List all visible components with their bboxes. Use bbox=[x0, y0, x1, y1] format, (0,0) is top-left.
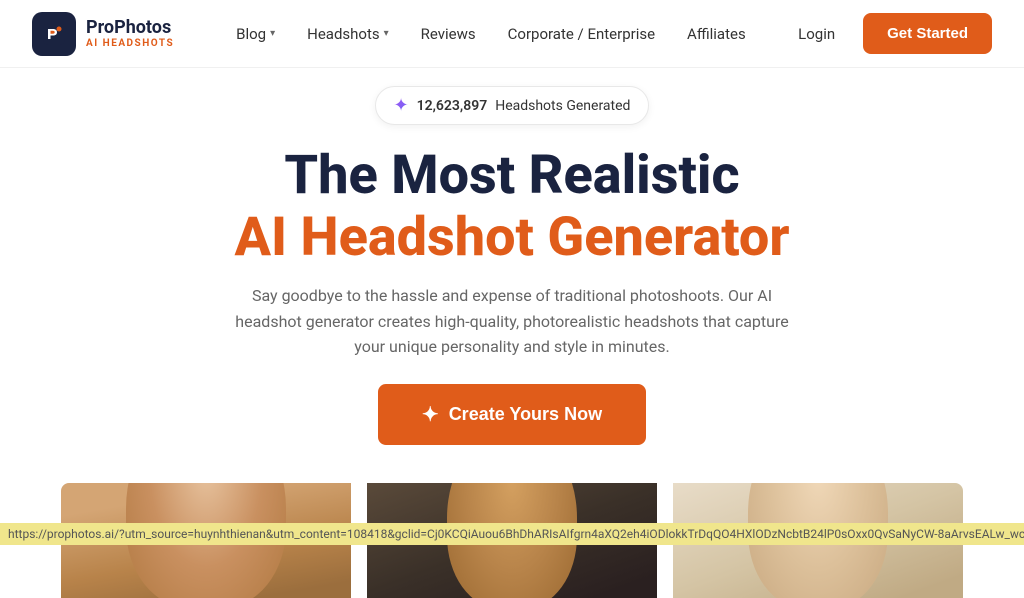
headshots-badge-row: ✦ 12,623,897 Headshots Generated bbox=[0, 68, 1024, 133]
badge-label: Headshots Generated bbox=[495, 98, 630, 114]
hero-title-line1: The Most Realistic bbox=[32, 145, 992, 207]
nav-links: Blog ▾ Headshots ▾ Reviews Corporate / E… bbox=[222, 17, 786, 51]
create-yours-now-button[interactable]: ✦ Create Yours Now bbox=[378, 384, 646, 445]
wand-icon: ✦ bbox=[422, 402, 439, 427]
nav-corporate[interactable]: Corporate / Enterprise bbox=[494, 17, 669, 51]
logo-icon bbox=[32, 12, 76, 56]
sparkle-icon: ✦ bbox=[394, 95, 409, 116]
nav-headshots[interactable]: Headshots ▾ bbox=[293, 17, 403, 51]
nav-affiliates[interactable]: Affiliates bbox=[673, 17, 760, 51]
status-url: https://prophotos.ai/?utm_source=huynhth… bbox=[8, 527, 1024, 541]
nav-reviews[interactable]: Reviews bbox=[407, 17, 490, 51]
cta-label: Create Yours Now bbox=[449, 404, 602, 425]
headshots-count-badge: ✦ 12,623,897 Headshots Generated bbox=[375, 86, 650, 125]
badge-count: 12,623,897 bbox=[417, 98, 488, 114]
login-button[interactable]: Login bbox=[786, 17, 847, 51]
headshots-chevron-icon: ▾ bbox=[384, 28, 389, 39]
navbar: ProPhotos AI HEADSHOTS Blog ▾ Headshots … bbox=[0, 0, 1024, 68]
get-started-button[interactable]: Get Started bbox=[863, 13, 992, 54]
status-bar: https://prophotos.ai/?utm_source=huynhth… bbox=[0, 523, 1024, 545]
hero-subtitle: Say goodbye to the hassle and expense of… bbox=[222, 283, 802, 360]
nav-blog[interactable]: Blog ▾ bbox=[222, 17, 289, 51]
hero-section: The Most Realistic AI Headshot Generator… bbox=[0, 133, 1024, 465]
logo-text: ProPhotos AI HEADSHOTS bbox=[86, 18, 174, 49]
logo[interactable]: ProPhotos AI HEADSHOTS bbox=[32, 12, 174, 56]
blog-chevron-icon: ▾ bbox=[270, 28, 275, 39]
hero-title-line2: AI Headshot Generator bbox=[32, 207, 992, 269]
nav-right: Login Get Started bbox=[786, 13, 992, 54]
